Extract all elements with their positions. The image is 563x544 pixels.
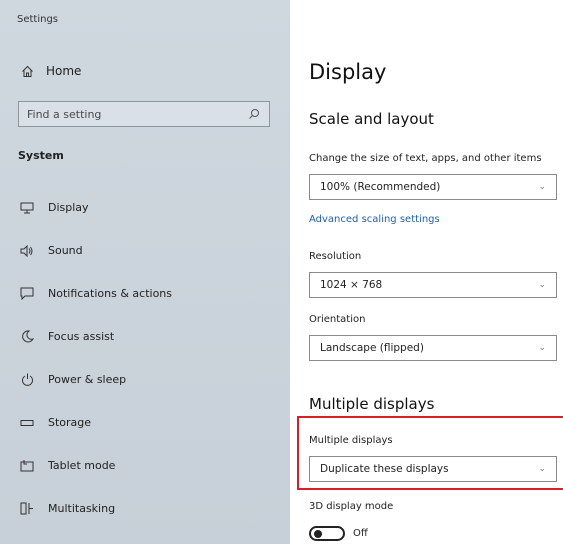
- multiple-displays-dropdown[interactable]: Duplicate these displays ⌄: [309, 456, 557, 482]
- resolution-label: Resolution: [309, 251, 362, 262]
- chevron-down-icon: ⌄: [538, 280, 546, 290]
- search-box[interactable]: [18, 101, 270, 127]
- chevron-down-icon: ⌄: [538, 343, 546, 353]
- page-title: Display: [309, 60, 387, 84]
- search-icon[interactable]: [247, 107, 261, 121]
- main-content: Display Scale and layout Change the size…: [290, 0, 563, 544]
- sidebar-item-label: Multitasking: [48, 502, 116, 515]
- 3d-display-mode-label: 3D display mode: [309, 501, 394, 512]
- 3d-display-toggle-row: Off: [309, 526, 368, 541]
- power-icon: [20, 373, 34, 387]
- sidebar-item-notifications[interactable]: Notifications & actions: [0, 272, 290, 315]
- advanced-scaling-link[interactable]: Advanced scaling settings: [309, 214, 440, 225]
- home-icon: [20, 64, 34, 78]
- chevron-down-icon: ⌄: [538, 464, 546, 474]
- sidebar-item-tablet-mode[interactable]: Tablet mode: [0, 444, 290, 487]
- storage-icon: [20, 416, 34, 430]
- toggle-knob: [314, 530, 322, 538]
- window-title: Settings: [17, 14, 59, 25]
- scale-dropdown[interactable]: 100% (Recommended) ⌄: [309, 174, 557, 200]
- sidebar-item-display[interactable]: Display: [0, 186, 290, 229]
- tablet-icon: [20, 459, 34, 473]
- 3d-display-toggle[interactable]: [309, 526, 345, 541]
- monitor-icon: [20, 201, 34, 215]
- sidebar-item-multitasking[interactable]: Multitasking: [0, 487, 290, 530]
- sidebar-item-label: Power & sleep: [48, 373, 127, 386]
- sidebar-item-label: Display: [48, 201, 89, 214]
- resolution-dropdown[interactable]: 1024 × 768 ⌄: [309, 272, 557, 298]
- sidebar-item-label: Tablet mode: [48, 459, 116, 472]
- resolution-value: 1024 × 768: [320, 279, 383, 291]
- sidebar-item-label: Focus assist: [48, 330, 115, 343]
- notification-icon: [20, 287, 34, 301]
- multiple-displays-label: Multiple displays: [309, 435, 393, 446]
- sidebar-section-system: System: [18, 149, 64, 162]
- sidebar-nav: Display Sound Notifications & actions Fo…: [0, 186, 290, 530]
- sidebar-item-label: Notifications & actions: [48, 287, 173, 300]
- multiple-displays-value: Duplicate these displays: [320, 463, 449, 475]
- scale-label: Change the size of text, apps, and other…: [309, 153, 542, 164]
- multitasking-icon: [20, 502, 34, 516]
- sidebar-home[interactable]: Home: [20, 64, 81, 78]
- orientation-label: Orientation: [309, 314, 366, 325]
- sidebar-item-sound[interactable]: Sound: [0, 229, 290, 272]
- search-input[interactable]: [27, 107, 227, 121]
- chevron-down-icon: ⌄: [538, 182, 546, 192]
- sidebar-item-focus-assist[interactable]: Focus assist: [0, 315, 290, 358]
- sidebar-item-label: Sound: [48, 244, 83, 257]
- section-scale-layout-heading: Scale and layout: [309, 110, 434, 128]
- scale-value: 100% (Recommended): [320, 181, 441, 193]
- home-label: Home: [46, 64, 82, 78]
- orientation-dropdown[interactable]: Landscape (flipped) ⌄: [309, 335, 557, 361]
- sidebar-item-label: Storage: [48, 416, 92, 429]
- moon-icon: [20, 330, 34, 344]
- sidebar: Settings Home System Display Sound: [0, 0, 290, 544]
- sidebar-item-power-sleep[interactable]: Power & sleep: [0, 358, 290, 401]
- orientation-value: Landscape (flipped): [320, 342, 424, 354]
- toggle-state-label: Off: [353, 528, 368, 539]
- speaker-icon: [20, 244, 34, 258]
- section-multiple-displays-heading: Multiple displays: [309, 395, 435, 413]
- sidebar-item-storage[interactable]: Storage: [0, 401, 290, 444]
